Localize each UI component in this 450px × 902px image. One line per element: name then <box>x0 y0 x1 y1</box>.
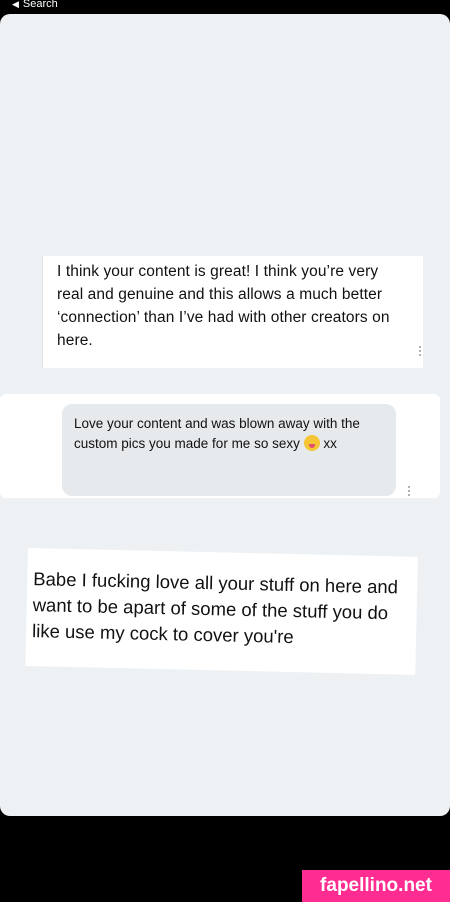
message-text-2: Love your content and was blown away wit… <box>74 414 392 454</box>
back-to-search-link[interactable]: ◀ Search <box>12 0 58 10</box>
more-options-icon <box>419 346 422 356</box>
back-link-label: Search <box>22 0 58 10</box>
more-options-icon <box>408 486 411 496</box>
winking-tongue-emoji-icon <box>303 435 320 451</box>
message-screenshot-3: Babe I fucking love all your stuff on he… <box>25 548 418 675</box>
status-bar: ◀ Search <box>0 0 450 14</box>
message-text-1: I think your content is great! I think y… <box>57 263 390 349</box>
message-text-2-end: xx <box>323 436 337 451</box>
watermark: fapellino.net <box>302 870 450 902</box>
message-screenshot-1: I think your content is great! I think y… <box>42 256 423 368</box>
message-text-3: Babe I fucking love all your stuff on he… <box>31 568 399 648</box>
message-screenshot-2: Love your content and was blown away wit… <box>62 404 396 496</box>
back-arrow-icon: ◀ <box>12 0 19 9</box>
